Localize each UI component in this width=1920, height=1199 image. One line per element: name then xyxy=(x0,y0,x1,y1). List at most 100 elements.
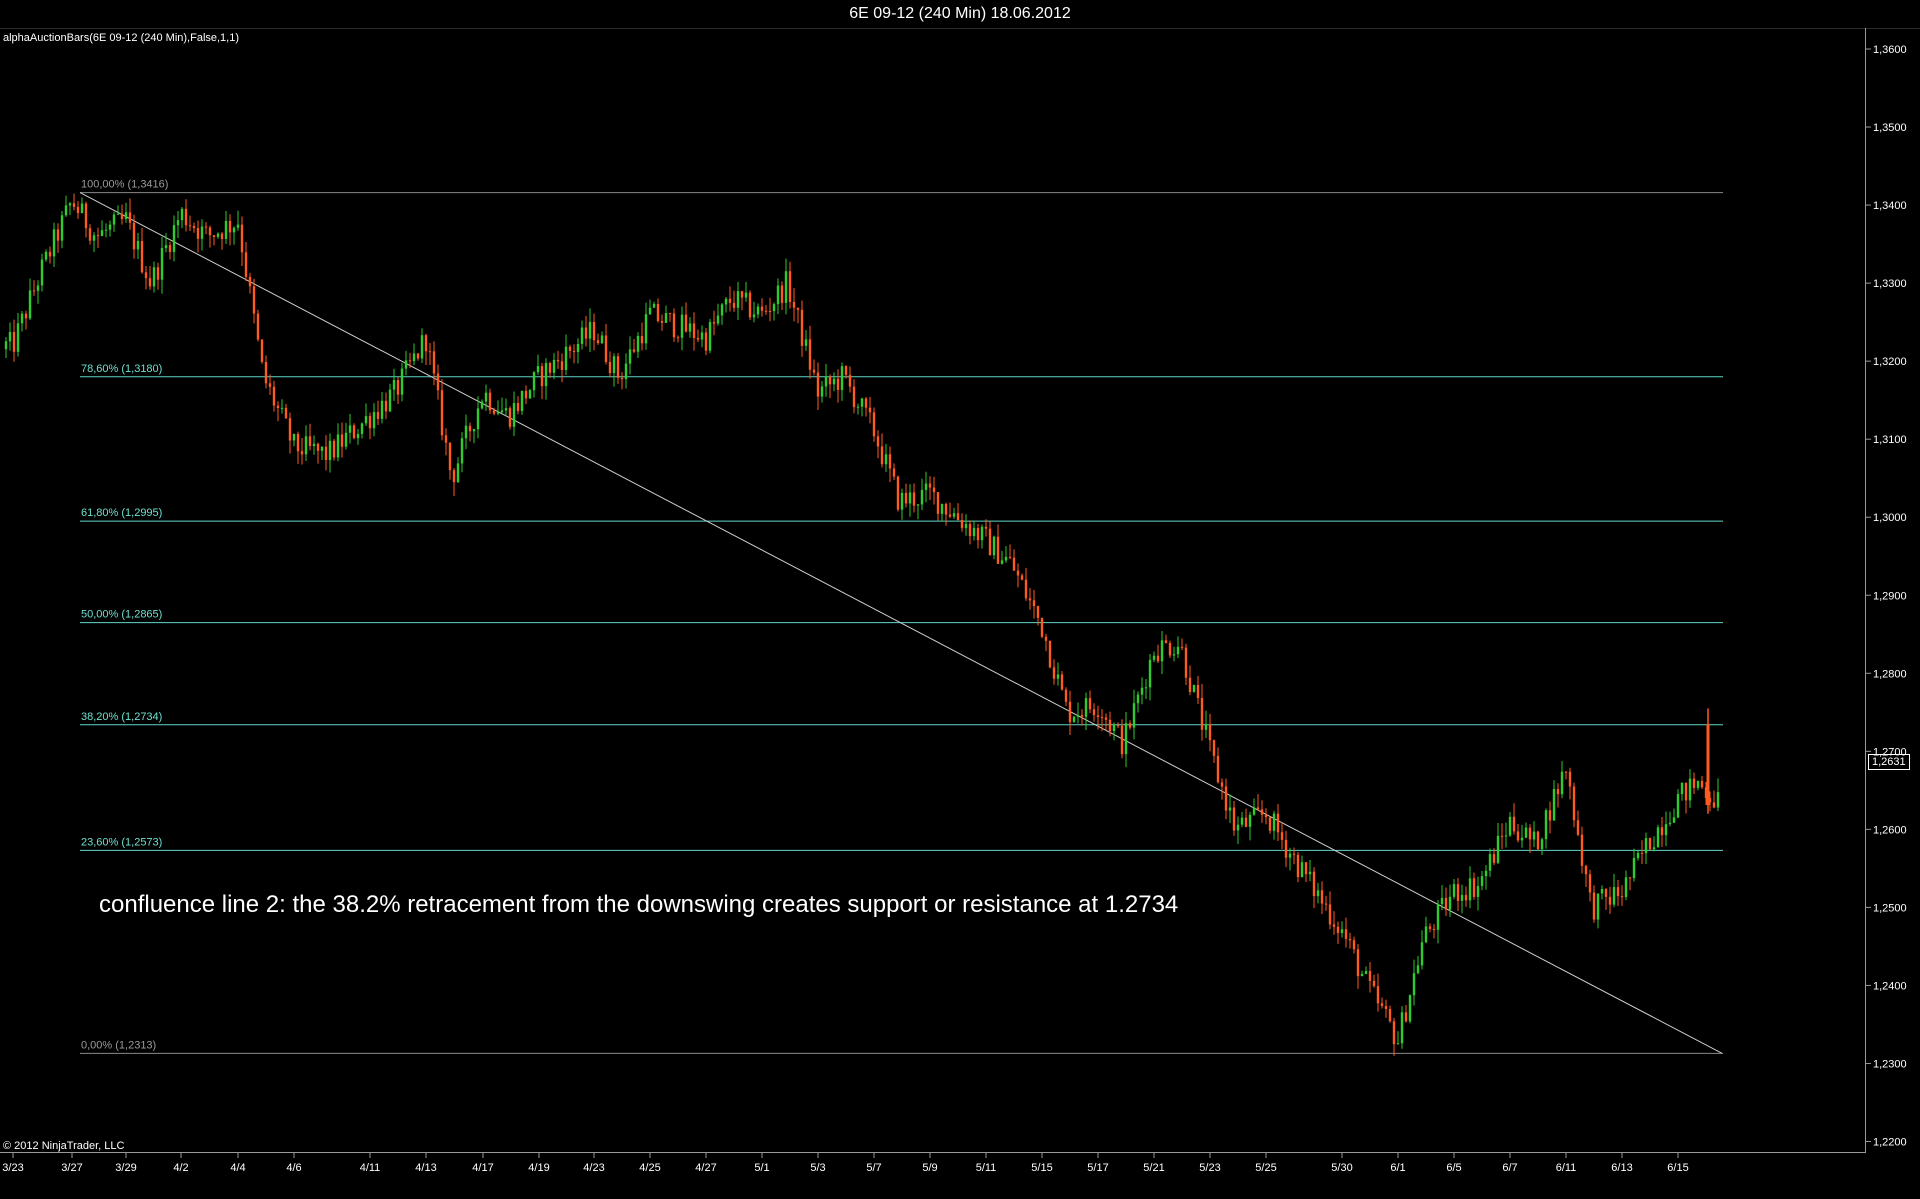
candle-body xyxy=(296,433,300,452)
chart-title: 6E 09-12 (240 Min) 18.06.2012 xyxy=(849,5,1071,22)
candle-body xyxy=(640,335,644,344)
candle-body xyxy=(1644,838,1648,854)
price-chart[interactable]: 100,00% (1,3416) 78,60% (1,3180) 61,80% (1… xyxy=(0,28,1866,1153)
candle-body xyxy=(1236,824,1240,831)
candle-body xyxy=(104,229,108,231)
candle-body xyxy=(208,227,212,236)
candle-body xyxy=(288,418,292,441)
candle-body xyxy=(984,526,988,529)
candle-body xyxy=(508,408,512,427)
candle-body xyxy=(1216,755,1220,783)
candle-body xyxy=(1160,640,1164,662)
candle-body xyxy=(1680,782,1684,795)
candle-body xyxy=(360,423,364,434)
candle-body xyxy=(1596,893,1600,920)
candle-body xyxy=(380,400,384,419)
candle-body xyxy=(1200,697,1204,730)
candle-body xyxy=(1640,852,1644,854)
candle-body xyxy=(1444,897,1448,910)
candle-body xyxy=(1332,924,1336,927)
candle-body xyxy=(596,340,600,344)
candle-body xyxy=(592,321,596,341)
candle-body xyxy=(1508,816,1512,836)
candle-body xyxy=(620,377,624,380)
candle-body xyxy=(1040,617,1044,637)
x-tick-label: 5/1 xyxy=(754,1162,769,1174)
candle-body xyxy=(776,285,780,305)
candle-body xyxy=(324,446,328,461)
candle-body xyxy=(424,335,428,352)
plot-area[interactable]: 100,00% (1,3416) 78,60% (1,3180) 61,80% (1… xyxy=(0,28,1866,1153)
candle-body xyxy=(872,412,876,437)
candle-body xyxy=(1136,694,1140,704)
x-tick-label: 5/23 xyxy=(1199,1162,1220,1174)
candle-body xyxy=(216,233,220,237)
candle-body xyxy=(932,487,936,493)
candle-body xyxy=(96,235,100,237)
candle-body xyxy=(308,436,312,447)
candle-body xyxy=(1660,827,1664,836)
candle-body xyxy=(476,408,480,430)
y-tick-label: 1,3000 xyxy=(1873,512,1907,524)
candle-body xyxy=(1052,667,1056,679)
candle-body xyxy=(140,241,144,273)
x-axis: 3/23 3/27 3/29 4/2 4/4 4/6 4/11 4/13 4/17 4/19 4/2… xyxy=(2,1153,1689,1174)
candle-body xyxy=(820,386,824,397)
candle-body xyxy=(1696,780,1700,788)
candle-body xyxy=(448,442,452,471)
candle-body xyxy=(1472,878,1476,897)
candle-body xyxy=(16,323,20,352)
candle-body xyxy=(972,527,976,537)
candle-body xyxy=(1324,903,1328,905)
candle-body xyxy=(944,504,948,515)
candle-body xyxy=(504,408,508,411)
candle-body xyxy=(1520,837,1524,841)
candle-body xyxy=(1152,655,1156,660)
candle-body xyxy=(644,314,648,344)
x-tick-label: 6/13 xyxy=(1611,1162,1632,1174)
candle-body xyxy=(36,285,40,291)
candle-body xyxy=(1184,647,1188,678)
candle-body xyxy=(1504,835,1508,837)
candle-body xyxy=(148,278,152,287)
candle-body xyxy=(544,363,548,387)
candle-body xyxy=(1544,810,1548,840)
candle-body xyxy=(268,383,272,387)
candle-body xyxy=(524,390,528,399)
candle-body xyxy=(1280,832,1284,840)
x-tick-label: 4/4 xyxy=(230,1162,245,1174)
candle-body xyxy=(1212,740,1216,756)
copyright-notice: © 2012 NinjaTrader, LLC xyxy=(3,1140,125,1152)
candle-body xyxy=(636,335,640,352)
x-tick-label: 3/23 xyxy=(2,1162,23,1174)
candle-body xyxy=(1448,896,1452,910)
candle-body xyxy=(916,504,920,506)
candle-body xyxy=(1028,598,1032,601)
candle-body xyxy=(248,276,252,287)
candle-body xyxy=(748,292,752,318)
candle-body xyxy=(816,372,820,397)
candle-body xyxy=(652,303,656,308)
candle-body xyxy=(1416,965,1420,974)
candle-body xyxy=(1496,835,1500,863)
candle-body xyxy=(492,410,496,414)
candle-body xyxy=(1576,820,1580,835)
candle-body xyxy=(1072,716,1076,723)
candle-body xyxy=(1112,725,1116,732)
candle-body xyxy=(28,290,32,319)
candle-body xyxy=(824,376,828,387)
candle-body xyxy=(272,386,276,406)
candle-body xyxy=(1436,904,1440,930)
candle-body xyxy=(312,443,316,447)
candle-body xyxy=(920,489,924,505)
candle-body xyxy=(1044,636,1048,641)
candle-body xyxy=(1176,646,1180,655)
candle-body xyxy=(1684,782,1688,801)
x-tick-label: 4/27 xyxy=(695,1162,716,1174)
candle-body xyxy=(464,425,468,439)
candle-body xyxy=(904,492,908,504)
candle-body xyxy=(928,483,932,488)
candle-body xyxy=(724,298,728,305)
candle-body xyxy=(744,292,748,298)
candle-body xyxy=(1188,677,1192,692)
